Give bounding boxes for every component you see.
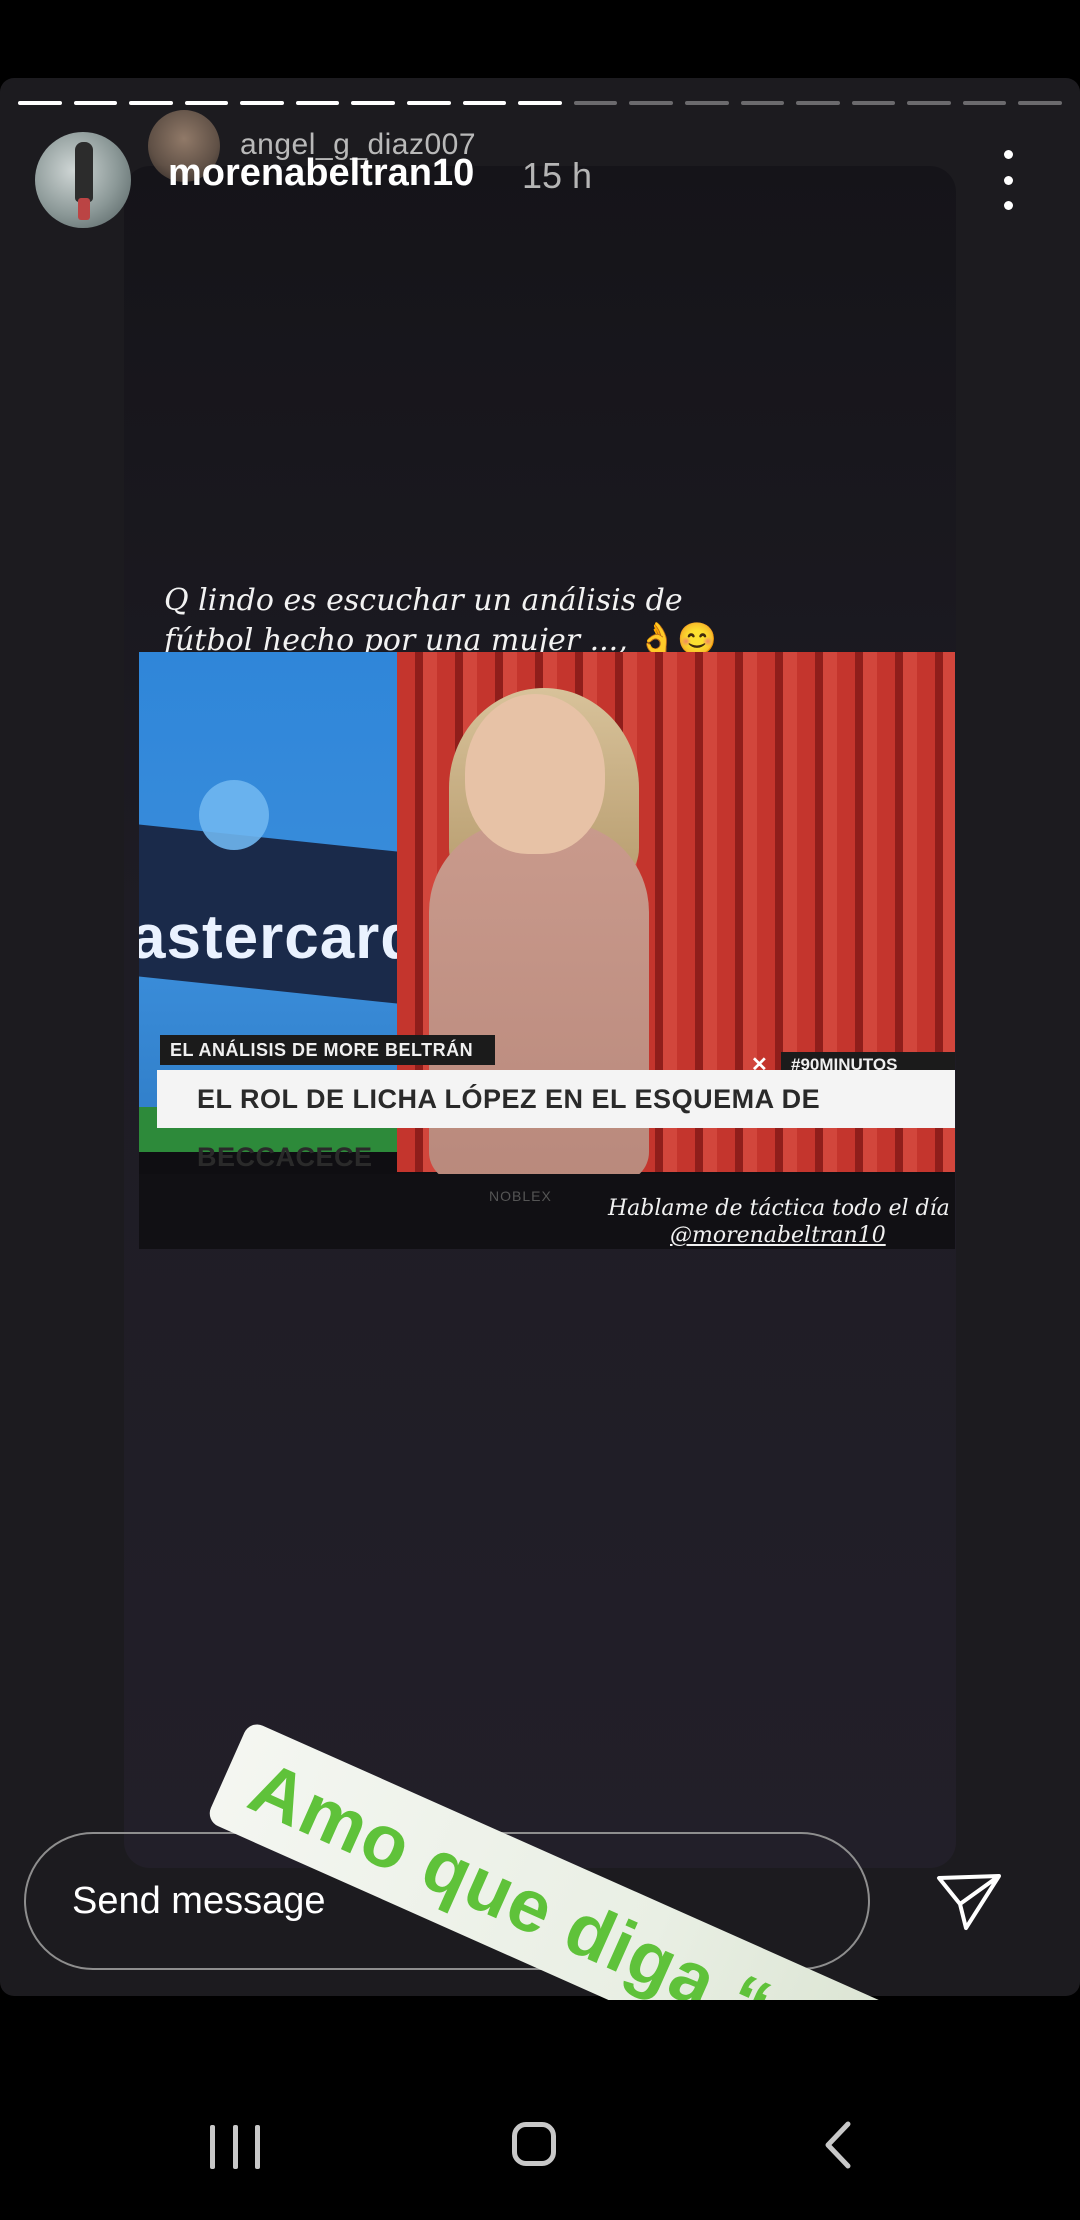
progress-segment (18, 101, 62, 105)
recent-bar (232, 2125, 238, 2169)
story-progress-bar (18, 101, 1062, 105)
more-dot (1003, 150, 1013, 159)
story-time-ago: 15 h (522, 155, 593, 196)
more-dot (1003, 175, 1013, 185)
recent-apps-icon[interactable] (210, 2125, 260, 2169)
progress-segment (240, 101, 284, 105)
system-nav-bar (0, 2000, 1080, 2220)
progress-segment (907, 101, 951, 105)
recent-bar (210, 2125, 215, 2169)
progress-segment (129, 101, 173, 105)
progress-segment (351, 101, 396, 105)
progress-segment (962, 101, 1007, 105)
avatar-figure (75, 142, 93, 202)
recent-bar (255, 2125, 260, 2169)
progress-segment (740, 101, 785, 105)
caption-bottom-line1: Hablame de táctica todo el día (608, 1196, 950, 1221)
more-vertical-icon[interactable] (984, 150, 1032, 210)
progress-segment (184, 101, 229, 105)
caption-mention[interactable]: @morenabeltran10 (608, 1222, 968, 1249)
more-dot (1003, 201, 1013, 210)
progress-segment (851, 101, 896, 105)
progress-segment (1018, 101, 1062, 105)
presenter-head (465, 694, 605, 854)
tv-lower-third-title: EL ANÁLISIS DE MORE BELTRÁN (160, 1035, 495, 1065)
tv-screen-photo: astercard EL ANÁLISIS DE MORE BELTRÁN #9… (139, 652, 955, 1249)
progress-segment (73, 101, 118, 105)
back-icon[interactable] (818, 2120, 858, 2170)
player-figure (199, 780, 269, 850)
caption-top-line1: Q lindo es escuchar un análisis de (164, 583, 683, 618)
presenter-body (429, 822, 649, 1182)
tv-lower-third-headline: EL ROL DE LICHA LÓPEZ EN EL ESQUEMA DE B… (157, 1070, 955, 1172)
avatar[interactable] (35, 132, 131, 228)
progress-segment (573, 101, 618, 105)
caption-bottom: Hablame de táctica todo el día @morenabe… (608, 1195, 968, 1249)
avatar-figure-legs (78, 198, 90, 220)
progress-segment (518, 101, 562, 105)
progress-segment (796, 101, 840, 105)
home-icon[interactable] (512, 2122, 556, 2166)
progress-segment (462, 101, 507, 105)
story-username[interactable]: morenabeltran10 (168, 152, 474, 195)
tv-brand-label: NOBLEX (489, 1188, 552, 1204)
progress-segment (684, 101, 729, 105)
send-icon[interactable] (936, 1872, 1002, 1932)
ad-board-text: astercard (139, 903, 420, 972)
progress-segment (629, 101, 673, 105)
progress-segment (407, 101, 451, 105)
progress-segment (295, 101, 340, 105)
caption-top: Q lindo es escuchar un análisis de fútbo… (164, 582, 724, 660)
